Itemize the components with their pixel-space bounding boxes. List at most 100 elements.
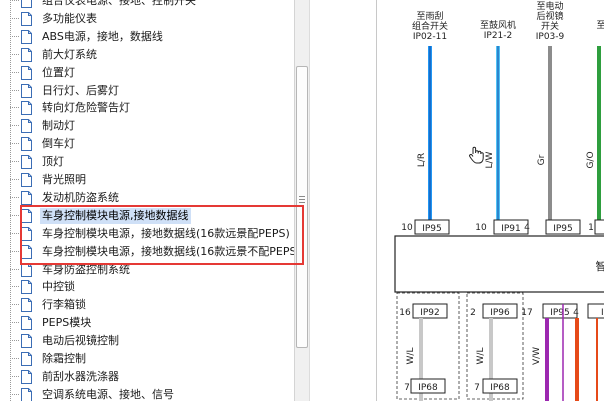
connector-box: [594, 219, 604, 235]
tree-item[interactable]: 中控锁: [0, 278, 294, 296]
tree-item-label: 发动机防盗系统: [42, 190, 119, 204]
wire-destination-label: 后视镜: [536, 10, 563, 22]
diagram-canvas: 至雨刮组合开关IP02-11 至鼓风机IP21-2 至电动后视镜开关IP03-9 至 L…: [394, 0, 604, 401]
wire-destination-label: 至电动: [536, 0, 563, 12]
tree-item-label: 顶灯: [42, 155, 64, 169]
tree-item[interactable]: 转向灯危险警告灯: [0, 99, 294, 117]
wire-color-code: L/W: [485, 151, 495, 168]
hand-cursor-icon: [469, 146, 484, 164]
tree-connector: [10, 232, 19, 234]
scrollbar-grip: [299, 199, 305, 200]
document-icon: [21, 173, 32, 187]
tree-item-label: 日行灯、后雾灯: [42, 83, 119, 97]
tree-connector: [10, 393, 19, 395]
document-icon: [21, 369, 32, 384]
tree-item[interactable]: 日行灯、后雾灯: [0, 82, 294, 100]
tree-item-label: 倒车灯: [42, 137, 75, 151]
tree-item-label: PEPS模块: [42, 316, 92, 330]
connector-label: IP95: [422, 224, 442, 234]
document-icon: [21, 190, 32, 205]
tree-item[interactable]: ABS电源，接地，数据线: [0, 28, 294, 46]
wire-destination-label: 组合开关: [412, 20, 448, 32]
tree-item[interactable]: PEPS模块: [0, 314, 294, 332]
tree-item[interactable]: 前大灯系统: [0, 46, 294, 64]
connector-label: IP68: [490, 383, 510, 393]
document-icon: [21, 29, 32, 44]
connector-label: IP95: [553, 224, 573, 234]
wiring-diagram[interactable]: 至雨刮组合开关IP02-11 至鼓风机IP21-2 至电动后视镜开关IP03-9 至 L…: [376, 0, 604, 401]
tree-item-label: ABS电源，接地，数据线: [42, 29, 163, 43]
pin-number: 2: [470, 308, 476, 318]
tree-connector: [10, 143, 19, 145]
tree-item[interactable]: 行李箱锁: [0, 296, 294, 314]
annotation-highlight-box: [20, 205, 304, 265]
tree-connector: [10, 340, 19, 342]
tree-item[interactable]: 多功能仪表: [0, 10, 294, 28]
scrollbar-grip: [299, 196, 305, 197]
document-icon: [21, 387, 32, 401]
document-icon: [21, 65, 32, 80]
document-icon: [21, 137, 32, 152]
scrollbar-grip: [299, 202, 305, 203]
tree-item[interactable]: 制动灯: [0, 117, 294, 135]
tree-connector: [10, 358, 19, 359]
tree-item[interactable]: 位置灯: [0, 64, 294, 82]
tree-item-label: 电动后视镜控制: [42, 334, 119, 348]
wire-color-code: V/W: [532, 347, 542, 365]
tree-item-label: 除霜控制: [42, 352, 86, 365]
tree-item-label: 位置灯: [42, 65, 75, 79]
tree-connector: [10, 53, 19, 55]
wire-destination-label: 开关: [541, 20, 559, 32]
wire-color-code: L/R: [417, 153, 427, 167]
wire-color-code: W/L: [406, 348, 416, 365]
connector-label: IP92: [420, 308, 440, 318]
wire-destination-label: 至雨刮: [416, 10, 443, 22]
document-icon: [21, 280, 32, 295]
panel-splitter[interactable]: [309, 0, 377, 401]
pin-number: 10: [475, 223, 487, 233]
document-icon: [21, 83, 32, 98]
document-icon: [21, 119, 32, 134]
document-icon: [21, 352, 32, 366]
tree-connector: [10, 161, 19, 163]
tree-item-label: 多功能仪表: [42, 11, 97, 25]
module-body[interactable]: [394, 235, 604, 293]
wire-destination-label: 至: [596, 20, 604, 31]
tree-item-label: 制动灯: [42, 119, 75, 133]
document-icon: [21, 316, 32, 331]
tree-connector: [10, 89, 19, 91]
pin-number: 1: [588, 223, 594, 233]
connector-label: IP91: [501, 224, 521, 234]
wire-destination-label: IP21-2: [484, 31, 513, 41]
document-icon: [21, 101, 32, 116]
tree-connector: [10, 214, 19, 216]
tree-item[interactable]: 倒车灯: [0, 135, 294, 153]
tree-item[interactable]: 前刮水器洗涤器: [0, 368, 294, 386]
tree-item[interactable]: 电动后视镜控制: [0, 332, 294, 350]
pin-number: 7: [404, 383, 410, 393]
connector-label: IP96: [490, 308, 510, 318]
tree-connector: [10, 107, 19, 109]
tree-item-label: 中控锁: [42, 280, 75, 294]
tree-connector: [10, 286, 19, 288]
tree-connector: [10, 71, 19, 73]
tree-item[interactable]: 除霜控制: [0, 350, 294, 368]
tree-connector: [10, 322, 19, 324]
pin-number: 7: [474, 383, 480, 393]
tree-connector: [10, 250, 19, 252]
wire-destination-label: IP03-9: [536, 32, 565, 42]
tree-item[interactable]: 背光照明: [0, 171, 294, 189]
wire-color-code: W/L: [476, 348, 486, 365]
module-label: 智: [596, 259, 604, 273]
tree-panel: 组合仪表电源、接地、控制开关 多功能仪表 ABS电源，接地，数据线 前大灯系统位置灯日…: [0, 0, 294, 401]
tree-item-label: 前大灯系统: [42, 47, 97, 61]
wire-color-code: G/O: [586, 151, 596, 168]
document-icon: [21, 0, 32, 8]
document-icon: [21, 47, 32, 62]
connector-label: IP68: [418, 383, 438, 393]
document-icon: [21, 298, 32, 313]
tree-item[interactable]: 空调系统电源、接地、信号: [0, 386, 294, 401]
tree-item[interactable]: 顶灯: [0, 153, 294, 171]
tree-connector: [10, 125, 19, 127]
tree-item[interactable]: 组合仪表电源、接地、控制开关: [0, 0, 294, 10]
